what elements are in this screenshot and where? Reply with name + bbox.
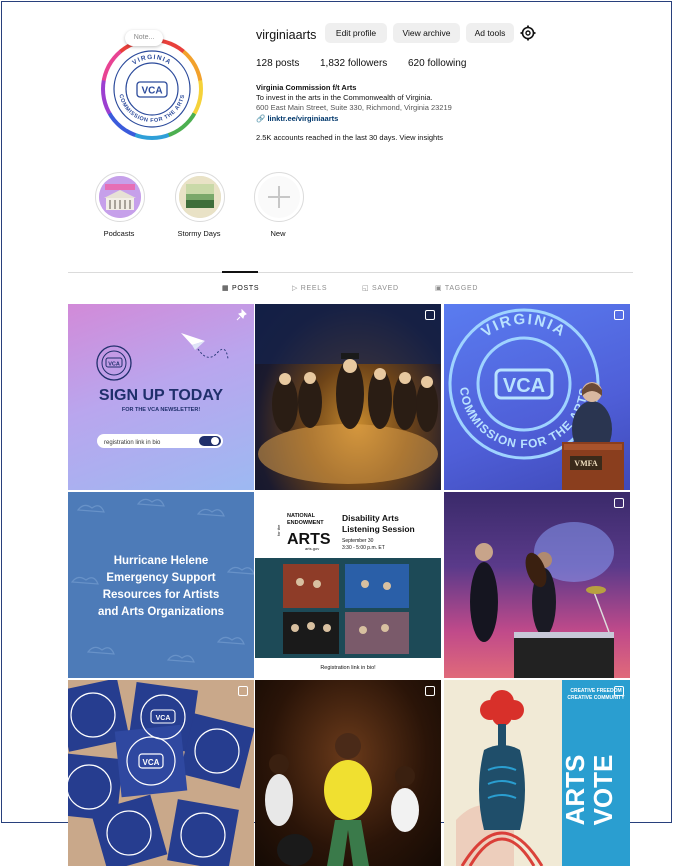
post-signup-newsletter[interactable]: VCA SIGN UP TODAY FOR THE VCA NEWSLETTER… [68, 304, 254, 490]
stacked-posts-icon [425, 686, 435, 696]
stacked-posts-icon [614, 310, 624, 320]
vca-logo: VIRGINIA COMMISSION FOR THE ARTS VCA [113, 50, 191, 128]
profile-avatar[interactable]: VIRGINIA COMMISSION FOR THE ARTS VCA [101, 38, 203, 140]
highlight-label: New [270, 229, 286, 238]
post-disability-arts[interactable]: NATIONAL ENDOWMENT for the ARTS arts.gov… [255, 492, 441, 678]
svg-text:Resources for Artists: Resources for Artists [103, 589, 220, 601]
svg-text:FOR THE VCA NEWSLETTER!: FOR THE VCA NEWSLETTER! [122, 407, 200, 413]
stormy-days-thumbnail [179, 176, 221, 218]
ad-tools-button[interactable]: Ad tools [466, 23, 514, 43]
grid-icon: ▦ [222, 285, 230, 292]
reels-icon: ▷ [292, 285, 299, 292]
posts-count: 128 posts [256, 58, 300, 69]
tab-reels[interactable]: ▷ REELS [292, 284, 327, 292]
stacked-posts-icon [614, 498, 624, 508]
highlight-stormy-days[interactable] [175, 172, 225, 222]
svg-text:VCA: VCA [143, 758, 160, 767]
bookmark-icon: ◱ [362, 285, 370, 292]
tab-posts[interactable]: ▦ POSTS [222, 284, 259, 292]
following-count[interactable]: 620 following [408, 58, 466, 69]
svg-text:registration link in bio: registration link in bio [104, 440, 161, 446]
settings-gear-icon[interactable] [520, 25, 536, 41]
tab-saved[interactable]: ◱ SAVED [362, 284, 399, 292]
post-vca-stickers[interactable]: VCA VCA [68, 680, 254, 866]
svg-text:Disability Arts: Disability Arts [342, 513, 399, 523]
post-stage-performance[interactable] [255, 304, 441, 490]
active-tab-indicator [222, 271, 258, 273]
svg-text:VCA: VCA [156, 715, 171, 722]
highlight-label: Stormy Days [177, 229, 221, 238]
podcasts-thumbnail [99, 176, 141, 218]
svg-text:3:30 - 5:00 p.m. ET: 3:30 - 5:00 p.m. ET [342, 545, 385, 551]
plus-icon [258, 176, 300, 218]
highlight-podcasts[interactable] [95, 172, 145, 222]
svg-text:SIGN UP TODAY: SIGN UP TODAY [99, 387, 224, 404]
note-bubble[interactable]: Note... [125, 30, 163, 46]
tabs-divider [68, 272, 633, 273]
post-dance-performance[interactable] [255, 680, 441, 866]
stacked-posts-icon [425, 310, 435, 320]
svg-text:VIRGINIA: VIRGINIA [478, 311, 569, 341]
stacked-posts-icon [614, 686, 624, 696]
svg-text:ARTS: ARTS [560, 755, 590, 826]
highlight-new[interactable] [254, 172, 304, 222]
post-arts-vote[interactable]: CREATIVE FREEDOM CREATIVE COMMUNITY ARTS… [444, 680, 630, 866]
edit-profile-button[interactable]: Edit profile [325, 23, 387, 43]
post-vca-podium[interactable]: VIRGINIA COMMISSION FOR THE ARTS VCA VMF… [444, 304, 630, 490]
stacked-posts-icon [238, 686, 248, 696]
highlight-label: Podcasts [103, 229, 135, 238]
bio-address: 600 East Main Street, Suite 330, Richmon… [256, 103, 452, 112]
svg-text:VMFA: VMFA [574, 459, 598, 468]
svg-text:VCA: VCA [141, 86, 162, 97]
svg-text:Emergency Support: Emergency Support [106, 572, 215, 584]
svg-text:Hurricane Helene: Hurricane Helene [114, 555, 209, 567]
post-hurricane-helene[interactable]: Hurricane Helene Emergency Support Resou… [68, 492, 254, 678]
tab-tagged[interactable]: ▣ TAGGED [435, 284, 478, 292]
profile-username: virginiaarts [256, 28, 317, 42]
svg-text:VCA: VCA [503, 375, 545, 397]
svg-text:NATIONAL: NATIONAL [287, 513, 316, 519]
svg-text:Registration link in bio!: Registration link in bio! [320, 665, 376, 671]
view-archive-button[interactable]: View archive [393, 23, 460, 43]
svg-text:for the: for the [276, 524, 281, 536]
bio-name: Virginia Commission f/t Arts [256, 83, 357, 92]
tag-icon: ▣ [435, 285, 443, 292]
insights-summary[interactable]: 2.5K accounts reached in the last 30 day… [256, 133, 443, 142]
svg-text:September 30: September 30 [342, 538, 374, 544]
svg-text:VCA: VCA [108, 362, 120, 368]
bio-link[interactable]: 🔗 linktr.ee/virginiaarts [256, 114, 338, 123]
link-icon: 🔗 [256, 114, 266, 123]
svg-text:VOTE: VOTE [588, 755, 618, 826]
post-musicians[interactable] [444, 492, 630, 678]
svg-text:ENDOWMENT: ENDOWMENT [287, 520, 324, 526]
svg-text:Listening Session: Listening Session [342, 524, 415, 534]
svg-text:VIRGINIA: VIRGINIA [131, 54, 172, 67]
svg-text:and Arts Organizations: and Arts Organizations [98, 606, 224, 618]
followers-count[interactable]: 1,832 followers [320, 58, 387, 69]
svg-text:arts.gov: arts.gov [305, 546, 319, 551]
pin-icon [236, 309, 247, 321]
bio-description: To invest in the arts in the Commonwealt… [256, 93, 433, 102]
